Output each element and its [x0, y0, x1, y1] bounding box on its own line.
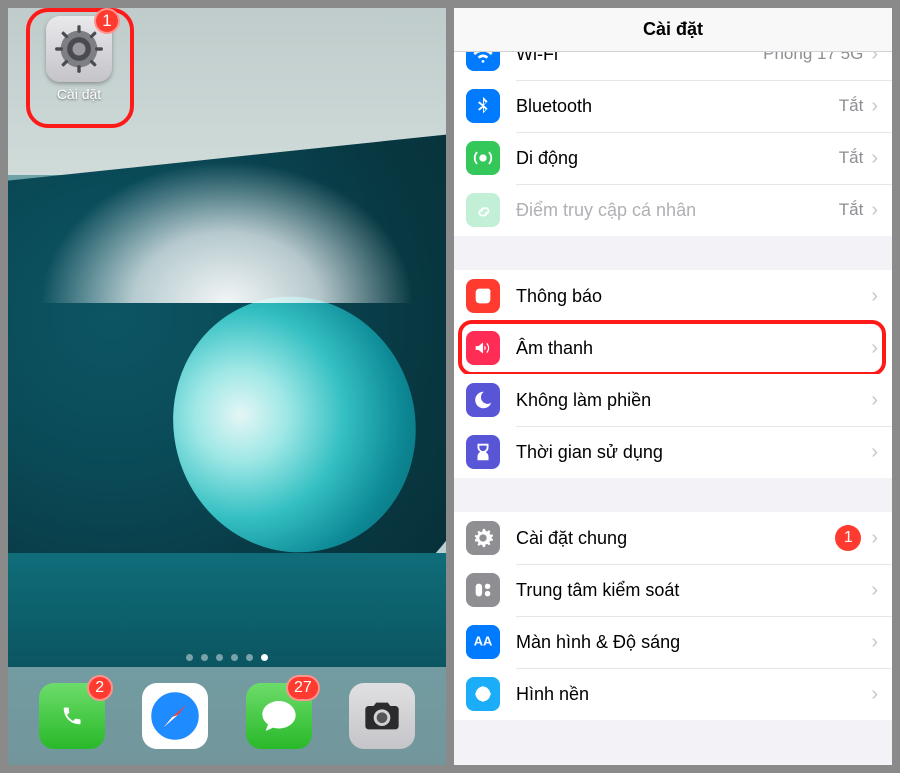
page-indicator[interactable]	[8, 654, 446, 661]
row-dnd[interactable]: Không làm phiền ›	[454, 374, 892, 426]
chevron-right-icon: ›	[871, 527, 878, 550]
row-notifications[interactable]: Thông báo ›	[454, 270, 892, 322]
settings-screen: Cài đặt Wi-Fi Phòng 17 5G › Bluetooth Tắ…	[454, 8, 892, 765]
phone-badge: 2	[87, 675, 113, 701]
chevron-right-icon: ›	[871, 337, 878, 360]
bluetooth-label: Bluetooth	[516, 96, 839, 117]
hotspot-value: Tắt	[839, 200, 864, 220]
home-screen: 1 Cài đặt 2 27	[8, 8, 446, 765]
home-app-settings[interactable]: 1 Cài đặt	[36, 16, 122, 102]
phone-app-icon[interactable]: 2	[39, 683, 105, 749]
wallpaper-wave	[8, 8, 446, 765]
svg-text:AA: AA	[474, 634, 493, 649]
chevron-right-icon: ›	[871, 389, 878, 412]
row-hotspot[interactable]: Điểm truy cập cá nhân Tắt ›	[454, 184, 892, 236]
bluetooth-icon	[466, 89, 500, 123]
dnd-label: Không làm phiền	[516, 390, 871, 411]
chevron-right-icon: ›	[871, 441, 878, 464]
display-label: Màn hình & Độ sáng	[516, 632, 871, 653]
row-sounds[interactable]: Âm thanh ›	[454, 322, 892, 374]
dock: 2 27	[8, 667, 446, 765]
chevron-right-icon: ›	[871, 147, 878, 170]
chevron-right-icon: ›	[871, 631, 878, 654]
sounds-icon	[466, 331, 500, 365]
messages-app-icon[interactable]: 27	[246, 683, 312, 749]
chevron-right-icon: ›	[871, 579, 878, 602]
general-icon	[466, 521, 500, 555]
chevron-right-icon: ›	[871, 52, 878, 66]
row-bluetooth[interactable]: Bluetooth Tắt ›	[454, 80, 892, 132]
notifications-label: Thông báo	[516, 286, 871, 307]
general-badge: 1	[835, 525, 861, 551]
row-screentime[interactable]: Thời gian sử dụng ›	[454, 426, 892, 478]
row-display[interactable]: AA Màn hình & Độ sáng ›	[454, 616, 892, 668]
chevron-right-icon: ›	[871, 199, 878, 222]
screentime-icon	[466, 435, 500, 469]
hotspot-icon	[466, 193, 500, 227]
wallpaper-label: Hình nền	[516, 684, 871, 705]
controlcenter-icon	[466, 573, 500, 607]
settings-app-badge: 1	[94, 8, 120, 34]
chevron-right-icon: ›	[871, 95, 878, 118]
camera-app-icon[interactable]	[349, 683, 415, 749]
controlcenter-label: Trung tâm kiểm soát	[516, 580, 871, 601]
chevron-right-icon: ›	[871, 683, 878, 706]
camera-icon	[362, 696, 402, 736]
chevron-right-icon: ›	[871, 285, 878, 308]
sounds-label: Âm thanh	[516, 338, 871, 359]
cellular-value: Tắt	[839, 148, 864, 168]
row-wifi[interactable]: Wi-Fi Phòng 17 5G ›	[454, 52, 892, 80]
messages-badge: 27	[286, 675, 320, 701]
bluetooth-value: Tắt	[839, 96, 864, 116]
dnd-icon	[466, 383, 500, 417]
hotspot-label: Điểm truy cập cá nhân	[516, 200, 839, 221]
row-controlcenter[interactable]: Trung tâm kiểm soát ›	[454, 564, 892, 616]
wallpaper-icon	[466, 677, 500, 711]
row-cellular[interactable]: Di động Tắt ›	[454, 132, 892, 184]
wifi-value: Phòng 17 5G	[763, 52, 863, 64]
messages-icon	[259, 696, 299, 736]
settings-app-label: Cài đặt	[36, 86, 122, 102]
nav-title: Cài đặt	[454, 8, 892, 52]
cellular-icon	[466, 141, 500, 175]
row-general[interactable]: Cài đặt chung 1 ›	[454, 512, 892, 564]
notifications-icon	[466, 279, 500, 313]
cellular-label: Di động	[516, 148, 839, 169]
settings-list[interactable]: Wi-Fi Phòng 17 5G › Bluetooth Tắt › Di đ…	[454, 52, 892, 765]
wifi-icon	[466, 52, 500, 71]
phone-icon	[61, 705, 83, 727]
safari-app-icon[interactable]	[142, 683, 208, 749]
general-label: Cài đặt chung	[516, 528, 835, 549]
wifi-label: Wi-Fi	[516, 52, 763, 65]
settings-app-icon[interactable]: 1	[46, 16, 112, 82]
display-icon: AA	[466, 625, 500, 659]
screentime-label: Thời gian sử dụng	[516, 442, 871, 463]
safari-icon	[146, 687, 204, 745]
row-wallpaper[interactable]: Hình nền ›	[454, 668, 892, 720]
